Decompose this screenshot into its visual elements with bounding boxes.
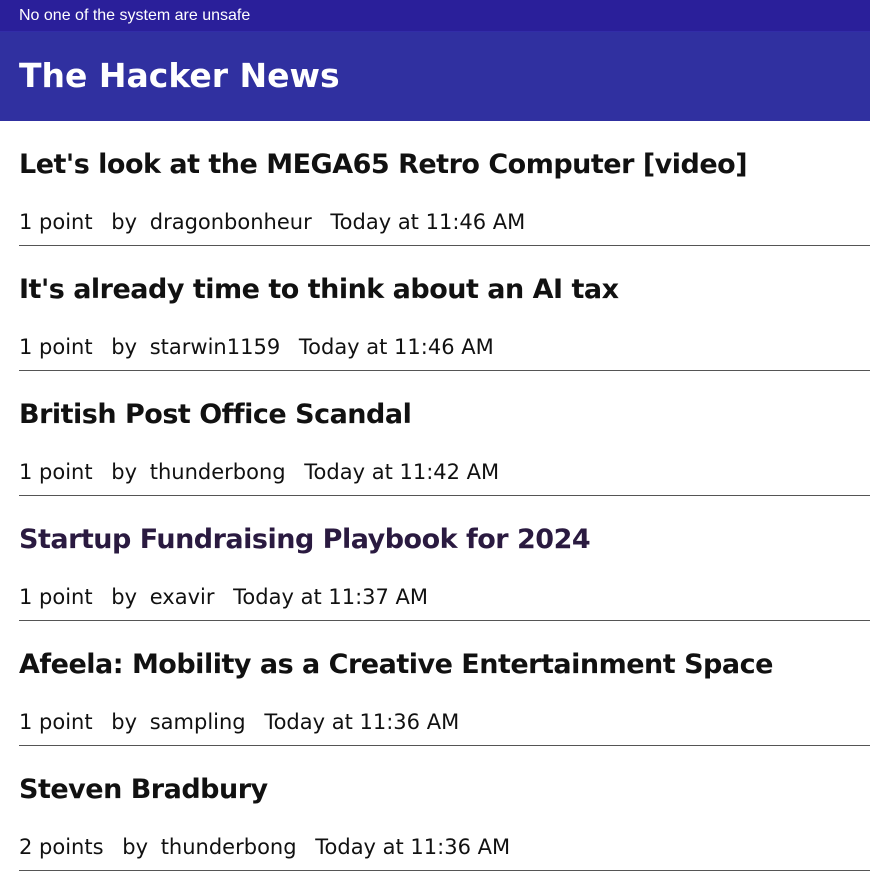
story-meta: 1 point by sampling Today at 11:36 AM: [19, 707, 471, 737]
story-title-link[interactable]: British Post Office Scandal: [19, 397, 412, 433]
story-list: Let's look at the MEGA65 Retro Computer …: [19, 121, 870, 871]
by-label: by: [111, 585, 138, 609]
story-author-link[interactable]: thunderbong: [150, 460, 286, 484]
story-points: 1 point: [19, 585, 93, 609]
story-author-link[interactable]: dragonbonheur: [150, 210, 312, 234]
story-item: Let's look at the MEGA65 Retro Computer …: [19, 121, 870, 246]
story-title-link[interactable]: Let's look at the MEGA65 Retro Computer …: [19, 147, 748, 183]
story-meta: 2 points by thunderbong Today at 11:36 A…: [19, 832, 522, 862]
story-author-link[interactable]: starwin1159: [150, 335, 280, 359]
story-item: Afeela: Mobility as a Creative Entertain…: [19, 621, 870, 746]
story-points: 1 point: [19, 335, 93, 359]
by-label: by: [111, 210, 138, 234]
story-meta: 1 point by thunderbong Today at 11:42 AM: [19, 457, 511, 487]
story-item: It's already time to think about an AI t…: [19, 246, 870, 371]
story-meta: 1 point by starwin1159 Today at 11:46 AM: [19, 332, 506, 362]
story-time: Today at 11:46 AM: [330, 210, 526, 234]
banner-text: No one of the system are unsafe: [19, 7, 251, 24]
story-time: Today at 11:36 AM: [264, 710, 460, 734]
story-author-link[interactable]: exavir: [150, 585, 215, 609]
story-points: 1 point: [19, 460, 93, 484]
site-header: The Hacker News: [0, 32, 870, 121]
story-points: 2 points: [19, 835, 104, 859]
story-points: 1 point: [19, 710, 93, 734]
story-meta: 1 point by dragonbonheur Today at 11:46 …: [19, 207, 537, 237]
by-label: by: [111, 460, 138, 484]
by-label: by: [122, 835, 148, 859]
story-meta: 1 point by exavir Today at 11:37 AM: [19, 582, 440, 612]
story-time: Today at 11:37 AM: [233, 585, 429, 609]
story-points: 1 point: [19, 210, 93, 234]
story-title-link[interactable]: Steven Bradbury: [19, 772, 268, 808]
story-item: British Post Office Scandal 1 point by t…: [19, 371, 870, 496]
story-item: Startup Fundraising Playbook for 2024 1 …: [19, 496, 870, 621]
story-title-link[interactable]: It's already time to think about an AI t…: [19, 272, 619, 308]
story-author-link[interactable]: sampling: [150, 710, 246, 734]
story-time: Today at 11:46 AM: [298, 335, 494, 359]
site-title[interactable]: The Hacker News: [19, 56, 340, 96]
story-item: Steven Bradbury 2 points by thunderbong …: [19, 746, 870, 871]
story-time: Today at 11:36 AM: [315, 835, 511, 859]
story-time: Today at 11:42 AM: [304, 460, 500, 484]
top-banner: No one of the system are unsafe: [0, 0, 870, 32]
by-label: by: [111, 335, 138, 359]
story-author-link[interactable]: thunderbong: [161, 835, 297, 859]
story-title-link[interactable]: Afeela: Mobility as a Creative Entertain…: [19, 647, 773, 683]
by-label: by: [111, 710, 138, 734]
story-title-link[interactable]: Startup Fundraising Playbook for 2024: [19, 522, 591, 558]
